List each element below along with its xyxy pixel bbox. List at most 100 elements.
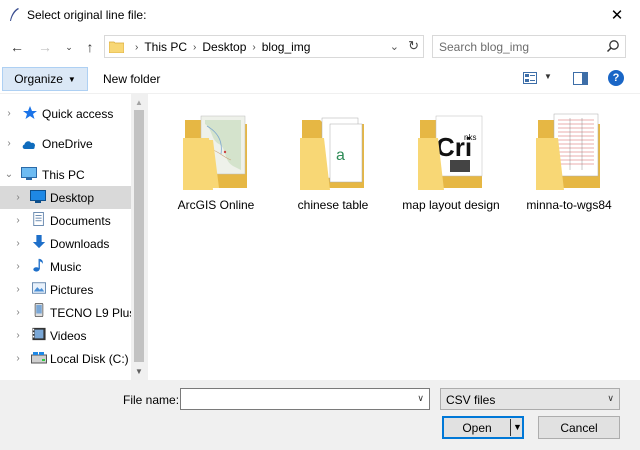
- refresh-icon[interactable]: ↻: [408, 38, 419, 54]
- expand-chevron-icon[interactable]: ›: [13, 192, 23, 203]
- command-toolbar: Organize ▼ New folder ▼ ?: [0, 64, 640, 94]
- sidebar-item-quick-access[interactable]: › Quick access: [0, 102, 131, 125]
- sidebar-item-local-disk[interactable]: › Local Disk (C:): [0, 347, 131, 370]
- cancel-button-label: Cancel: [560, 420, 598, 435]
- phone-icon: [34, 303, 44, 317]
- folder-name: minna-to-wgs84: [526, 198, 612, 212]
- disk-icon: [31, 352, 47, 364]
- up-button[interactable]: ↑: [81, 38, 99, 56]
- folder-name: chinese table: [297, 198, 369, 212]
- collapse-chevron-icon[interactable]: ⌄: [4, 169, 14, 180]
- expand-chevron-icon[interactable]: ›: [13, 330, 23, 341]
- title-bar: Select original line file: ✕: [0, 0, 640, 30]
- back-button[interactable]: ←: [8, 38, 26, 56]
- breadcrumb-this-pc[interactable]: This PC: [144, 40, 187, 54]
- breadcrumb-blog-img[interactable]: blog_img: [262, 40, 311, 54]
- scroll-down-arrow-icon[interactable]: ▼: [135, 367, 143, 376]
- open-button[interactable]: Open ▼: [442, 416, 524, 439]
- pictures-icon: [32, 282, 46, 294]
- breadcrumb-desktop[interactable]: Desktop: [202, 40, 246, 54]
- search-icon[interactable]: [606, 39, 620, 53]
- forward-button[interactable]: →: [36, 38, 54, 56]
- close-icon: ✕: [610, 7, 624, 24]
- expand-chevron-icon[interactable]: ›: [13, 353, 23, 364]
- cloud-icon: [22, 141, 36, 149]
- sidebar-item-downloads[interactable]: › Downloads: [0, 232, 131, 255]
- sidebar-item-label: Documents: [50, 213, 111, 228]
- feather-pen-icon: [10, 8, 19, 21]
- expand-chevron-icon[interactable]: ›: [13, 215, 23, 226]
- folder-name: map layout design: [402, 198, 500, 212]
- expand-chevron-icon[interactable]: ›: [4, 138, 14, 149]
- sidebar-item-label: Local Disk (C:): [50, 351, 129, 366]
- help-icon[interactable]: ?: [608, 70, 624, 86]
- folder-item-arcgis-online[interactable]: ArcGIS Online: [166, 110, 266, 212]
- file-name-label: File name:: [123, 393, 180, 407]
- file-name-input[interactable]: [185, 392, 407, 406]
- chevron-down-icon: ⌄: [65, 41, 73, 52]
- scrollbar-thumb[interactable]: [134, 110, 144, 362]
- videos-icon: [32, 327, 46, 341]
- desktop-icon: [30, 190, 46, 203]
- up-arrow-icon: ↑: [86, 39, 94, 55]
- organize-label: Organize: [14, 72, 63, 86]
- organize-button[interactable]: Organize ▼: [2, 67, 88, 91]
- documents-icon: [33, 212, 44, 226]
- preview-pane-icon[interactable]: [573, 72, 588, 85]
- sidebar-item-label: TECNO L9 Plus: [50, 305, 136, 320]
- new-folder-button[interactable]: New folder: [103, 72, 160, 86]
- chevron-down-icon[interactable]: ∨: [417, 393, 424, 404]
- search-input[interactable]: [439, 39, 599, 54]
- sidebar-item-documents[interactable]: › Documents: [0, 209, 131, 232]
- cancel-button[interactable]: Cancel: [538, 416, 620, 439]
- navigation-pane: › Quick access › OneDrive ⌄ This PC › De…: [0, 94, 148, 380]
- expand-chevron-icon[interactable]: ›: [13, 238, 23, 249]
- navigation-bar: ← → ⌄ ↑ › This PC › Desktop › blog_img ⌄…: [0, 30, 640, 64]
- sidebar-item-label: Music: [50, 259, 82, 274]
- sidebar-item-videos[interactable]: › Videos: [0, 324, 131, 347]
- search-box[interactable]: [432, 35, 626, 58]
- close-button[interactable]: ✕: [594, 0, 640, 30]
- file-type-value: CSV files: [446, 393, 496, 407]
- sidebar-item-desktop[interactable]: › Desktop: [0, 186, 131, 209]
- address-dropdown-icon[interactable]: ⌄: [390, 40, 399, 53]
- recent-locations-button[interactable]: ⌄: [60, 38, 78, 56]
- breadcrumb-separator-icon: ›: [252, 41, 256, 53]
- back-arrow-icon: ←: [10, 39, 24, 55]
- sidebar-item-this-pc[interactable]: ⌄ This PC: [0, 163, 131, 186]
- folder-item-chinese-table[interactable]: a chinese table: [283, 110, 383, 212]
- sidebar-item-label: This PC: [42, 167, 85, 182]
- folder-item-minna-to-wgs84[interactable]: minna-to-wgs84: [519, 110, 619, 212]
- expand-chevron-icon[interactable]: ›: [13, 284, 23, 295]
- sidebar-item-tecno-l9-plus[interactable]: › TECNO L9 Plus: [0, 301, 135, 324]
- expand-chevron-icon[interactable]: ›: [13, 307, 23, 318]
- chevron-down-icon: ∨: [607, 393, 614, 403]
- open-options-dropdown-icon[interactable]: ▼: [513, 422, 522, 432]
- folder-image-preview-icon: Cri nks: [418, 115, 483, 190]
- sidebar-item-pictures[interactable]: › Pictures: [0, 278, 131, 301]
- sidebar-item-onedrive[interactable]: › OneDrive: [0, 132, 131, 155]
- folder-icon: [109, 41, 124, 53]
- sidebar-item-label: Downloads: [50, 236, 110, 251]
- sidebar-item-music[interactable]: › Music: [0, 255, 131, 278]
- svg-text:a: a: [336, 147, 345, 164]
- folder-documents-preview-icon: a: [300, 117, 364, 190]
- breadcrumb: › This PC › Desktop › blog_img: [129, 40, 310, 54]
- window-title: Select original line file:: [27, 8, 147, 22]
- sidebar-scrollbar[interactable]: ▲ ▼: [131, 94, 148, 380]
- folder-item-map-layout-design[interactable]: Cri nks map layout design: [401, 110, 501, 212]
- expand-chevron-icon[interactable]: ›: [4, 108, 14, 119]
- folder-spreadsheet-preview-icon: [536, 113, 600, 190]
- sidebar-item-label: Desktop: [50, 190, 95, 205]
- sidebar-item-label: Pictures: [50, 282, 94, 297]
- expand-chevron-icon[interactable]: ›: [13, 261, 23, 272]
- view-options-dropdown-icon[interactable]: ▼: [544, 72, 552, 81]
- file-type-select[interactable]: CSV files ∨: [440, 388, 620, 410]
- scroll-up-arrow-icon[interactable]: ▲: [135, 98, 143, 107]
- file-list: ArcGIS Online a chinese table Cri nks ma…: [148, 94, 640, 380]
- change-view-icon[interactable]: [523, 72, 537, 84]
- address-bar[interactable]: › This PC › Desktop › blog_img ⌄ ↻: [104, 35, 424, 58]
- file-name-combobox[interactable]: ∨: [180, 388, 430, 410]
- music-icon: [33, 258, 43, 272]
- star-icon: [23, 106, 37, 119]
